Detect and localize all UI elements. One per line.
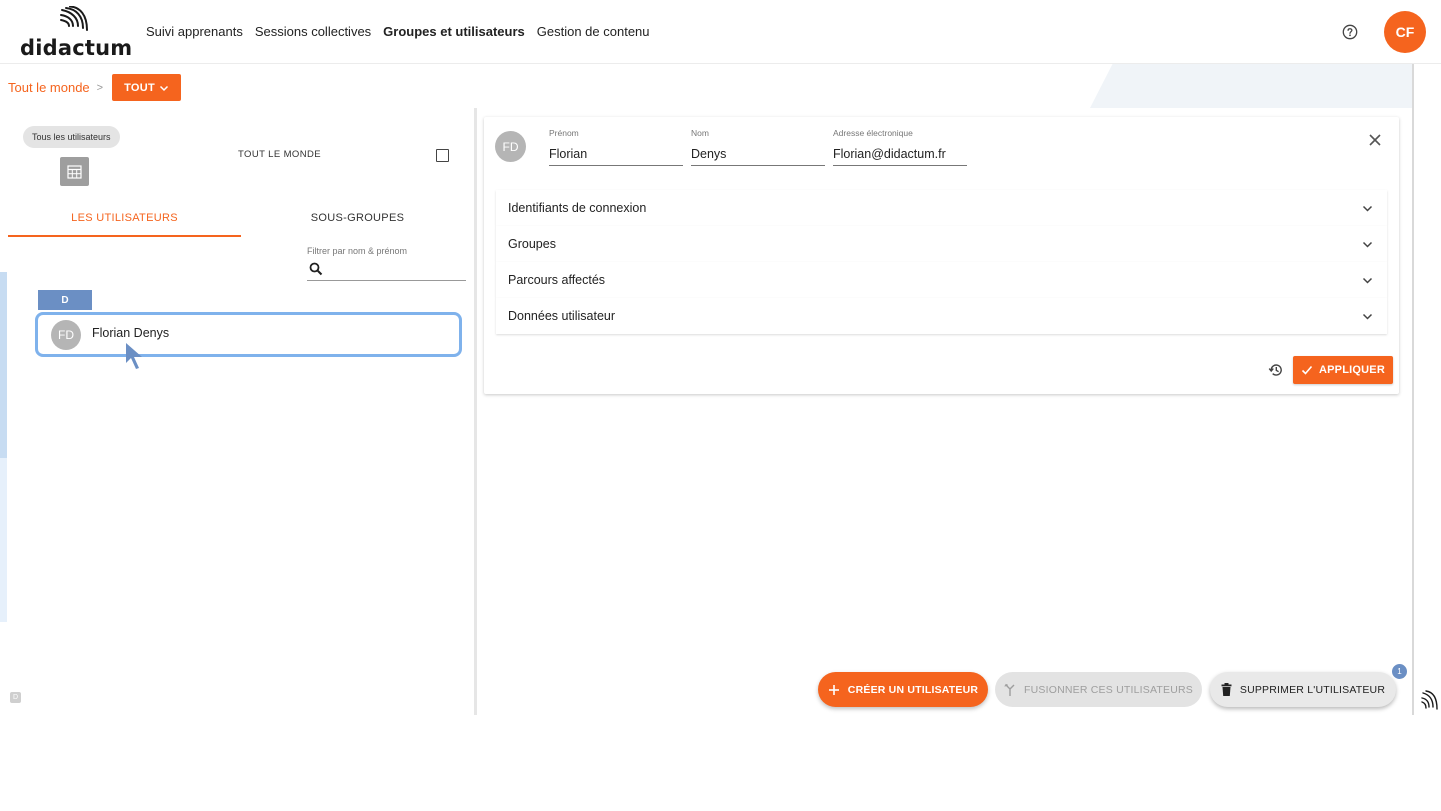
- breadcrumb-filter-label: TOUT: [124, 81, 156, 94]
- chevron-down-icon: [1362, 205, 1373, 212]
- active-tab-indicator: [8, 235, 241, 237]
- select-all-checkbox[interactable]: [436, 149, 449, 162]
- merge-users-label: FUSIONNER CES UTILISATEURS: [1024, 683, 1193, 696]
- app-header: didactum Suivi apprenants Sessions colle…: [0, 0, 1441, 64]
- breadcrumb: Tout le monde > TOUT: [8, 74, 182, 101]
- calendar-grid-icon: [67, 165, 82, 179]
- status-badge: D: [10, 692, 21, 703]
- close-icon[interactable]: [1368, 133, 1382, 147]
- chevron-down-icon: [1362, 277, 1373, 284]
- chevron-down-icon: [1362, 313, 1373, 320]
- last-name-input[interactable]: Denys: [691, 143, 825, 166]
- trash-icon: [1221, 683, 1232, 696]
- section-label: Données utilisateur: [508, 309, 616, 323]
- section-label: Parcours affectés: [508, 273, 606, 287]
- section-user-data[interactable]: Données utilisateur: [496, 298, 1387, 334]
- plus-icon: [828, 684, 839, 695]
- first-name-input[interactable]: Florian: [549, 143, 683, 166]
- didactum-logo[interactable]: didactum: [20, 6, 133, 60]
- tab-subgroups[interactable]: SOUS-GROUPES: [241, 212, 474, 224]
- section-label: Identifiants de connexion: [508, 201, 647, 215]
- avatar: FD: [51, 320, 81, 350]
- filter-input[interactable]: [307, 259, 466, 281]
- last-name-field: Nom Denys: [691, 128, 825, 166]
- chevron-down-icon: [1362, 241, 1373, 248]
- help-circle-icon[interactable]: [1342, 24, 1358, 40]
- all-users-chip[interactable]: Tous les utilisateurs: [23, 126, 120, 148]
- first-name-field: Prénom Florian: [549, 128, 683, 166]
- fingerprint-logo-icon: [1421, 690, 1438, 710]
- breadcrumb-filter-button[interactable]: TOUT: [112, 74, 182, 101]
- search-icon: [309, 262, 323, 276]
- panel-divider[interactable]: [474, 108, 477, 715]
- section-assigned-paths[interactable]: Parcours affectés: [496, 262, 1387, 298]
- breadcrumb-root-link[interactable]: Tout le monde: [8, 80, 90, 95]
- chevron-down-icon: [160, 85, 169, 91]
- tab-users[interactable]: LES UTILISATEURS: [8, 212, 241, 224]
- breadcrumb-separator: >: [96, 81, 104, 94]
- email-label: Adresse électronique: [833, 128, 913, 138]
- letter-group-header: D: [38, 290, 92, 310]
- scroll-strip-thumb[interactable]: [0, 272, 7, 458]
- section-groups[interactable]: Groupes: [496, 226, 1387, 262]
- notification-badge: 1: [1392, 664, 1407, 679]
- section-label: Groupes: [508, 237, 556, 251]
- first-name-label: Prénom: [549, 128, 579, 138]
- create-user-button[interactable]: CRÉER UN UTILISATEUR: [818, 672, 988, 707]
- apply-button[interactable]: APPLIQUER: [1293, 356, 1393, 384]
- nav-groupes-utilisateurs[interactable]: Groupes et utilisateurs: [383, 24, 525, 39]
- logo-text: didactum: [20, 36, 133, 60]
- user-name: Florian Denys: [92, 326, 170, 340]
- nav-suivi-apprenants[interactable]: Suivi apprenants: [146, 24, 243, 39]
- group-name: TOUT LE MONDE: [238, 149, 321, 160]
- check-icon: [1301, 365, 1313, 375]
- header-decoration: [1090, 64, 1412, 108]
- email-input[interactable]: Florian@didactum.fr: [833, 143, 967, 166]
- delete-user-button[interactable]: SUPPRIMER L'UTILISATEUR: [1210, 672, 1396, 707]
- nav-gestion-contenu[interactable]: Gestion de contenu: [537, 24, 650, 39]
- apply-label: APPLIQUER: [1319, 364, 1385, 376]
- page-scrollbar[interactable]: [1412, 64, 1414, 715]
- nav-sessions-collectives[interactable]: Sessions collectives: [255, 24, 371, 39]
- last-name-label: Nom: [691, 128, 709, 138]
- section-login-credentials[interactable]: Identifiants de connexion: [496, 190, 1387, 226]
- delete-user-label: SUPPRIMER L'UTILISATEUR: [1239, 683, 1386, 696]
- avatar: FD: [495, 131, 526, 162]
- user-detail-card: FD Prénom Florian Nom Denys Adresse élec…: [484, 117, 1399, 394]
- filter-label: Filtrer par nom & prénom: [307, 246, 408, 256]
- user-avatar[interactable]: CF: [1384, 11, 1426, 53]
- list-item[interactable]: FD Florian Denys: [35, 312, 462, 357]
- fingerprint-logo-icon: [60, 6, 88, 31]
- history-icon[interactable]: [1268, 362, 1284, 378]
- group-icon: [60, 157, 89, 186]
- merge-users-button[interactable]: FUSIONNER CES UTILISATEURS: [995, 672, 1202, 707]
- create-user-label: CRÉER UN UTILISATEUR: [847, 683, 979, 696]
- email-field: Adresse électronique Florian@didactum.fr: [833, 128, 967, 166]
- mouse-pointer-icon: [126, 343, 142, 369]
- users-list-panel: [0, 108, 474, 715]
- main-nav: Suivi apprenants Sessions collectives Gr…: [146, 24, 650, 39]
- merge-icon: [1004, 683, 1015, 696]
